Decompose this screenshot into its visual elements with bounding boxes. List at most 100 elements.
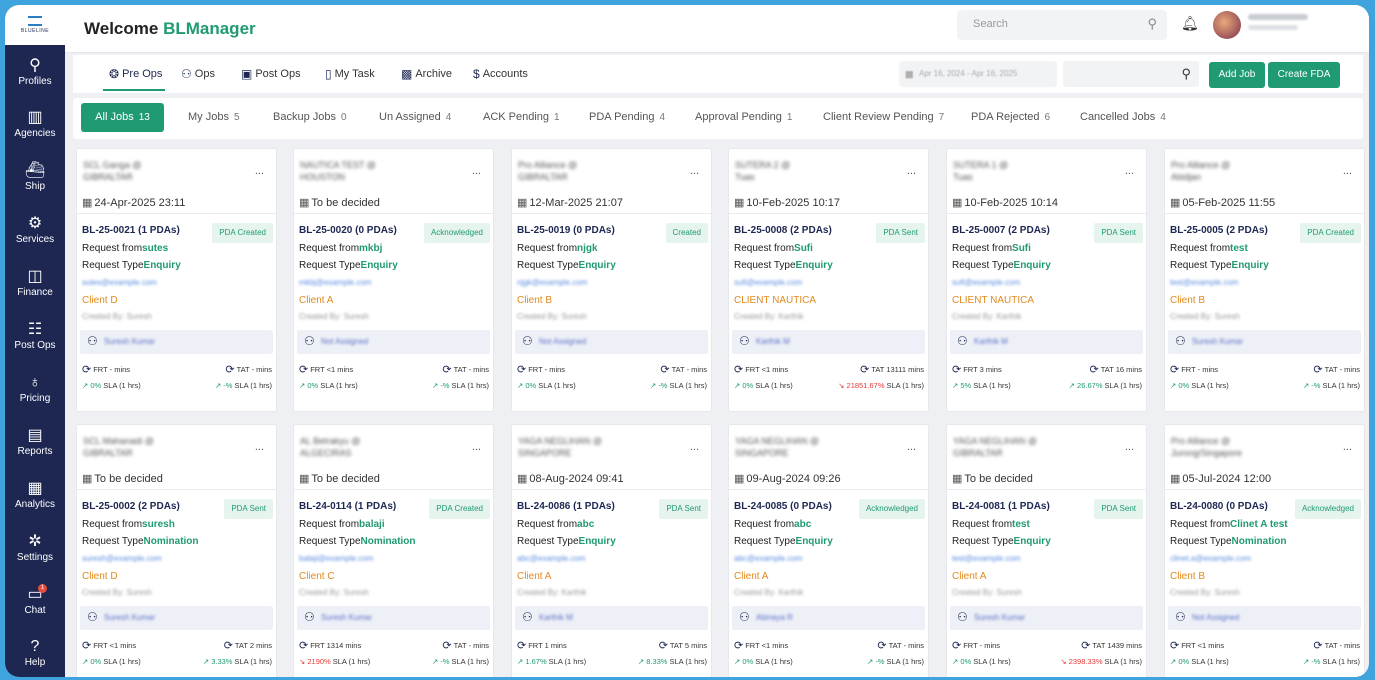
job-search-input[interactable]: ⚲ <box>1063 61 1199 87</box>
job-id[interactable]: BL-25-0002 (2 PDAs) <box>82 501 180 512</box>
more-options-icon[interactable]: ... <box>255 441 264 453</box>
tab-backup-jobs[interactable]: Backup Jobs 0 <box>273 111 347 123</box>
assignee-box[interactable]: ⚇ Karthik M <box>950 330 1143 354</box>
module-tab-ops[interactable]: ⚇ Ops <box>181 67 215 81</box>
more-options-icon[interactable]: ... <box>690 441 699 453</box>
job-id[interactable]: BL-25-0021 (1 PDAs) <box>82 225 180 236</box>
requester-email[interactable]: mkbj@example.com <box>299 278 419 287</box>
job-id[interactable]: BL-25-0008 (2 PDAs) <box>734 225 832 236</box>
job-id[interactable]: BL-25-0020 (0 PDAs) <box>299 225 397 236</box>
job-card[interactable]: YAGA NEGLIHAN @ GIBRALTAR... ▦ To be decide… <box>946 424 1147 677</box>
job-id[interactable]: BL-25-0005 (2 PDAs) <box>1170 225 1268 236</box>
requester-email[interactable]: suresh@example.com <box>82 554 202 563</box>
assignee-box[interactable]: ⚇ Karthik M <box>732 330 925 354</box>
tab-my-jobs[interactable]: My Jobs 5 <box>188 111 240 123</box>
job-id[interactable]: BL-24-0080 (0 PDAs) <box>1170 501 1268 512</box>
user-name-blurred[interactable] <box>1248 14 1308 20</box>
tab-ack-pending[interactable]: ACK Pending 1 <box>483 111 560 123</box>
tab-approval-pending[interactable]: Approval Pending 1 <box>695 111 792 123</box>
assignee-box[interactable]: ⚇ Suresh Kumar <box>297 606 490 630</box>
more-options-icon[interactable]: ... <box>472 441 481 453</box>
requester-email[interactable]: sutes@example.com <box>82 278 202 287</box>
assignee-box[interactable]: ⚇ Abinaya R <box>732 606 925 630</box>
job-card[interactable]: Pro Alliance @ Jurong/Singapore... ▦ 05-Jul… <box>1164 424 1365 677</box>
eta-date-value: 12-Mar-2025 21:07 <box>529 197 623 209</box>
more-options-icon[interactable]: ... <box>1125 165 1134 177</box>
tab-pda-pending[interactable]: PDA Pending 4 <box>589 111 665 123</box>
tab-pda-rejected[interactable]: PDA Rejected 6 <box>971 111 1050 123</box>
module-tab-pre-ops[interactable]: ❂ Pre Ops <box>109 67 162 81</box>
more-options-icon[interactable]: ... <box>907 441 916 453</box>
assignee-box[interactable]: ⚇ Not Assigned <box>297 330 490 354</box>
assignee-box[interactable]: ⚇ Suresh Kumar <box>80 606 273 630</box>
requester-email[interactable]: abc@example.com <box>734 554 854 563</box>
requester-email[interactable]: njgk@example.com <box>517 278 637 287</box>
assignee-box[interactable]: ⚇ Not Assigned <box>1168 606 1361 630</box>
add-job-button[interactable]: Add Job <box>1209 62 1265 88</box>
assignee-box[interactable]: ⚇ Not Assigned <box>515 330 708 354</box>
create-fda-button[interactable]: Create FDA <box>1268 62 1340 88</box>
sidebar-item-profiles[interactable]: ⚲ Profiles <box>5 57 65 88</box>
sidebar-item-services[interactable]: ⚙ Services <box>5 215 65 246</box>
global-search-input[interactable]: Search ⚲ <box>957 10 1167 40</box>
more-options-icon[interactable]: ... <box>255 165 264 177</box>
tab-cancelled-jobs[interactable]: Cancelled Jobs 4 <box>1080 111 1166 123</box>
sidebar-item-settings[interactable]: ✲ Settings <box>5 533 65 564</box>
search-icon[interactable]: ⚲ <box>1181 66 1191 82</box>
job-id[interactable]: BL-25-0007 (2 PDAs) <box>952 225 1050 236</box>
assignee-box[interactable]: ⚇ Suresh Kumar <box>1168 330 1361 354</box>
sidebar-item-help[interactable]: ? Help <box>5 638 65 669</box>
tab-client-review-pending[interactable]: Client Review Pending 7 <box>823 111 944 123</box>
job-card[interactable]: SCL Ganga @ GIBRALTAR... ▦ 24-Apr-2025 23:1… <box>76 148 277 412</box>
job-id[interactable]: BL-24-0085 (0 PDAs) <box>734 501 832 512</box>
module-tab-my-task[interactable]: ▯ My Task <box>325 67 375 81</box>
sidebar-item-ship[interactable]: ⛴ Ship <box>5 162 65 193</box>
requester-email[interactable]: abc@example.com <box>517 554 637 563</box>
job-id[interactable]: BL-24-0086 (1 PDAs) <box>517 501 615 512</box>
job-id[interactable]: BL-24-0081 (1 PDAs) <box>952 501 1050 512</box>
tab-all-jobs[interactable]: All Jobs 13 <box>81 103 164 132</box>
brand-logo[interactable]: BLUELINE <box>5 5 65 45</box>
job-id[interactable]: BL-25-0019 (0 PDAs) <box>517 225 615 236</box>
avatar[interactable] <box>1213 11 1241 39</box>
job-card[interactable]: Pro Alliance @ Abidjan... ▦ 05-Feb-2025 11:… <box>1164 148 1365 412</box>
tab-un-assigned[interactable]: Un Assigned 4 <box>379 111 451 123</box>
job-card[interactable]: SUTERA 2 @ Tuas... ▦ 10-Feb-2025 10:17 BL-25… <box>728 148 929 412</box>
more-options-icon[interactable]: ... <box>472 165 481 177</box>
requester-email[interactable]: test@example.com <box>952 554 1072 563</box>
sidebar-item-agencies[interactable]: ▥ Agencies <box>5 109 65 140</box>
bell-icon[interactable]: 🔔︎ <box>1181 15 1199 32</box>
date-range-picker[interactable]: ▦ Apr 16, 2024 - Apr 16, 2025 <box>899 61 1057 87</box>
sidebar-item-post-ops[interactable]: ☷ Post Ops <box>5 321 65 352</box>
job-card[interactable]: AL Betrakyu @ ALGECIRAS... ▦ To be decided B… <box>293 424 494 677</box>
sidebar-item-chat[interactable]: ▭ Chat 1 <box>5 584 65 617</box>
requester-email[interactable]: clinet.a@example.com <box>1170 554 1290 563</box>
assignee-box[interactable]: ⚇ Suresh Kumar <box>80 330 273 354</box>
requester-email[interactable]: sufi@example.com <box>952 278 1072 287</box>
requester-email[interactable]: balaji@example.com <box>299 554 419 563</box>
assignee-box[interactable]: ⚇ Suresh Kumar <box>950 606 1143 630</box>
more-options-icon[interactable]: ... <box>1125 441 1134 453</box>
more-options-icon[interactable]: ... <box>907 165 916 177</box>
job-card[interactable]: YAGA NEGLIHAN @ SINGAPORE... ▦ 08-Aug-2024 … <box>511 424 712 677</box>
module-tab-accounts[interactable]: $ Accounts <box>473 67 528 81</box>
module-tab-post-ops[interactable]: ▣ Post Ops <box>241 67 301 81</box>
job-card[interactable]: NAUTICA TEST @ HOUSTON... ▦ To be decided BL… <box>293 148 494 412</box>
job-card[interactable]: SCL Mahanadi @ GIBRALTAR... ▦ To be decided… <box>76 424 277 677</box>
requester-email[interactable]: sufi@example.com <box>734 278 854 287</box>
assignee-box[interactable]: ⚇ Karthik M <box>515 606 708 630</box>
sidebar-item-reports[interactable]: ▤ Reports <box>5 427 65 458</box>
sidebar-item-analytics[interactable]: ▦ Analytics <box>5 480 65 511</box>
module-tab-archive[interactable]: ▩ Archive <box>401 67 452 81</box>
sidebar-item-finance[interactable]: ◫ Finance <box>5 268 65 299</box>
more-options-icon[interactable]: ... <box>1343 165 1352 177</box>
more-options-icon[interactable]: ... <box>1343 441 1352 453</box>
job-card[interactable]: SUTERA 1 @ Tuas... ▦ 10-Feb-2025 10:14 BL-25… <box>946 148 1147 412</box>
job-id[interactable]: BL-24-0114 (1 PDAs) <box>299 501 396 512</box>
job-card[interactable]: Pro Alliance @ GIBRALTAR... ▦ 12-Mar-2025 2… <box>511 148 712 412</box>
more-options-icon[interactable]: ... <box>690 165 699 177</box>
job-card[interactable]: YAGA NEGLIHAN @ SINGAPORE... ▦ 09-Aug-2024 … <box>728 424 929 677</box>
sidebar-item-pricing[interactable]: ♁ Pricing <box>5 374 65 405</box>
search-icon[interactable]: ⚲ <box>1147 16 1157 32</box>
requester-email[interactable]: test@example.com <box>1170 278 1290 287</box>
